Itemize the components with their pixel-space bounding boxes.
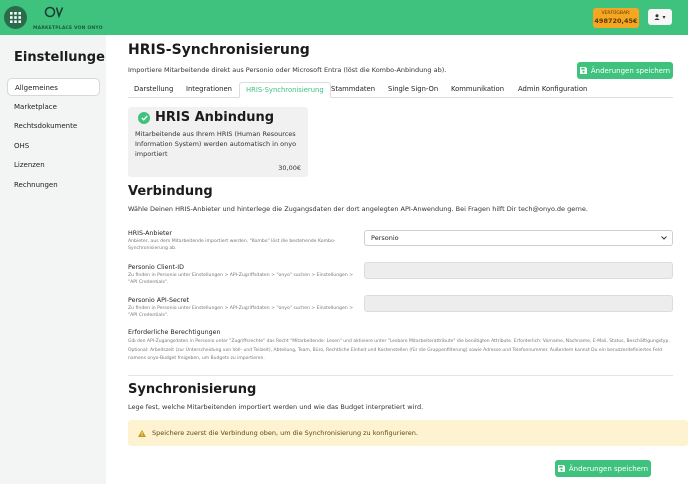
budget-value: 498720,45€: [594, 17, 638, 25]
sidebar-item-ohs[interactable]: OHS: [7, 137, 100, 155]
warning-icon: [138, 429, 146, 437]
grid-icon: [10, 12, 21, 23]
top-bar: MARKETPLACE VON ONYO VERFÜGBAR: 498720,4…: [0, 0, 688, 35]
provider-select-value: Personio: [371, 234, 399, 242]
tab-kommunikation[interactable]: Kommunikation: [445, 82, 510, 98]
card-title: HRIS Anbindung: [155, 110, 275, 125]
budget-badge[interactable]: VERFÜGBAR: 498720,45€: [593, 8, 639, 28]
provider-help: Anbieter, aus dem Mitarbeitende importie…: [128, 239, 336, 251]
sidebar-item-marketplace[interactable]: Marketplace: [7, 98, 100, 116]
tab-stammdaten[interactable]: Stammdaten: [325, 82, 381, 98]
hris-product-card: HRIS Anbindung Mitarbeitende aus Ihrem H…: [128, 107, 308, 177]
tab-hris-synchronisierung[interactable]: HRIS-Synchronisierung: [239, 82, 331, 98]
sidebar-item-allgemeines[interactable]: Allgemeines: [7, 78, 100, 96]
save-button-label: Änderungen speichern: [590, 66, 671, 75]
chevron-down-icon: ▾: [662, 13, 666, 21]
tab-admin-konfiguration[interactable]: Admin Konfiguration: [512, 82, 593, 98]
user-menu-button[interactable]: ▾: [648, 9, 672, 25]
budget-label: VERFÜGBAR:: [601, 11, 631, 16]
api-secret-input[interactable]: [364, 295, 673, 312]
sidebar-item-rechtsdokumente[interactable]: Rechtsdokumente: [7, 117, 100, 135]
section-divider: [128, 375, 673, 376]
page-title: HRIS-Synchronisierung: [128, 42, 310, 58]
brand-label: MARKETPLACE VON ONYO: [33, 26, 103, 31]
tab-darstellung[interactable]: Darstellung: [128, 82, 179, 98]
sidebar: Einstellungen Allgemeines Marketplace Re…: [0, 35, 114, 484]
app-grid-button[interactable]: [4, 6, 27, 29]
save-icon: [557, 465, 565, 472]
user-icon: [654, 14, 661, 20]
provider-label: HRIS-Anbieter: [128, 230, 172, 237]
permissions-text: Gib den API-Zugangsdaten in Personio unt…: [128, 339, 670, 361]
provider-select[interactable]: Personio: [364, 230, 673, 246]
save-icon: [579, 67, 587, 74]
main-content: HRIS-Synchronisierung Importiere Mitarbe…: [106, 35, 688, 484]
api-secret-label: Personio API-Secret: [128, 297, 190, 304]
sidebar-item-rechnungen[interactable]: Rechnungen: [7, 176, 100, 194]
client-id-label: Personio Client-ID: [128, 264, 184, 271]
page-subtitle: Importiere Mitarbeitende direkt aus Pers…: [128, 66, 447, 74]
verbindung-heading: Verbindung: [128, 184, 213, 199]
sync-warning-alert: Speichere zuerst die Verbindung oben, um…: [128, 420, 688, 446]
synchronisierung-text: Lege fest, welche Mitarbeitenden importi…: [128, 403, 424, 411]
save-button-top[interactable]: Änderungen speichern: [577, 62, 673, 79]
client-id-help: Zu finden in Personio unter Einstellunge…: [128, 273, 354, 285]
api-secret-help: Zu finden in Personio unter Einstellunge…: [128, 306, 354, 318]
chevron-down-icon: [661, 236, 667, 240]
sidebar-title: Einstellungen: [14, 50, 115, 65]
verbindung-text: Wähle Deinen HRIS-Anbieter und hinterleg…: [128, 205, 588, 213]
settings-tabs: Darstellung Integrationen HRIS-Synchroni…: [128, 82, 673, 98]
tab-integrationen[interactable]: Integrationen: [180, 82, 238, 98]
client-id-input[interactable]: [364, 262, 673, 279]
check-circle-icon: [138, 111, 150, 124]
tab-single-sign-on[interactable]: Single Sign-On: [382, 82, 444, 98]
card-description: Mitarbeitende aus Ihrem HRIS (Human Reso…: [135, 130, 297, 158]
save-button-bottom[interactable]: Änderungen speichern: [555, 460, 651, 477]
alert-text: Speichere zuerst die Verbindung oben, um…: [152, 429, 418, 437]
permissions-label: Erforderliche Berechtigungen: [128, 329, 221, 336]
sidebar-item-lizenzen[interactable]: Lizenzen: [7, 156, 100, 174]
onyo-logo[interactable]: [44, 4, 64, 20]
card-price: 30,00€: [278, 164, 301, 172]
save-button-label: Änderungen speichern: [568, 464, 649, 473]
synchronisierung-heading: Synchronisierung: [128, 382, 257, 397]
